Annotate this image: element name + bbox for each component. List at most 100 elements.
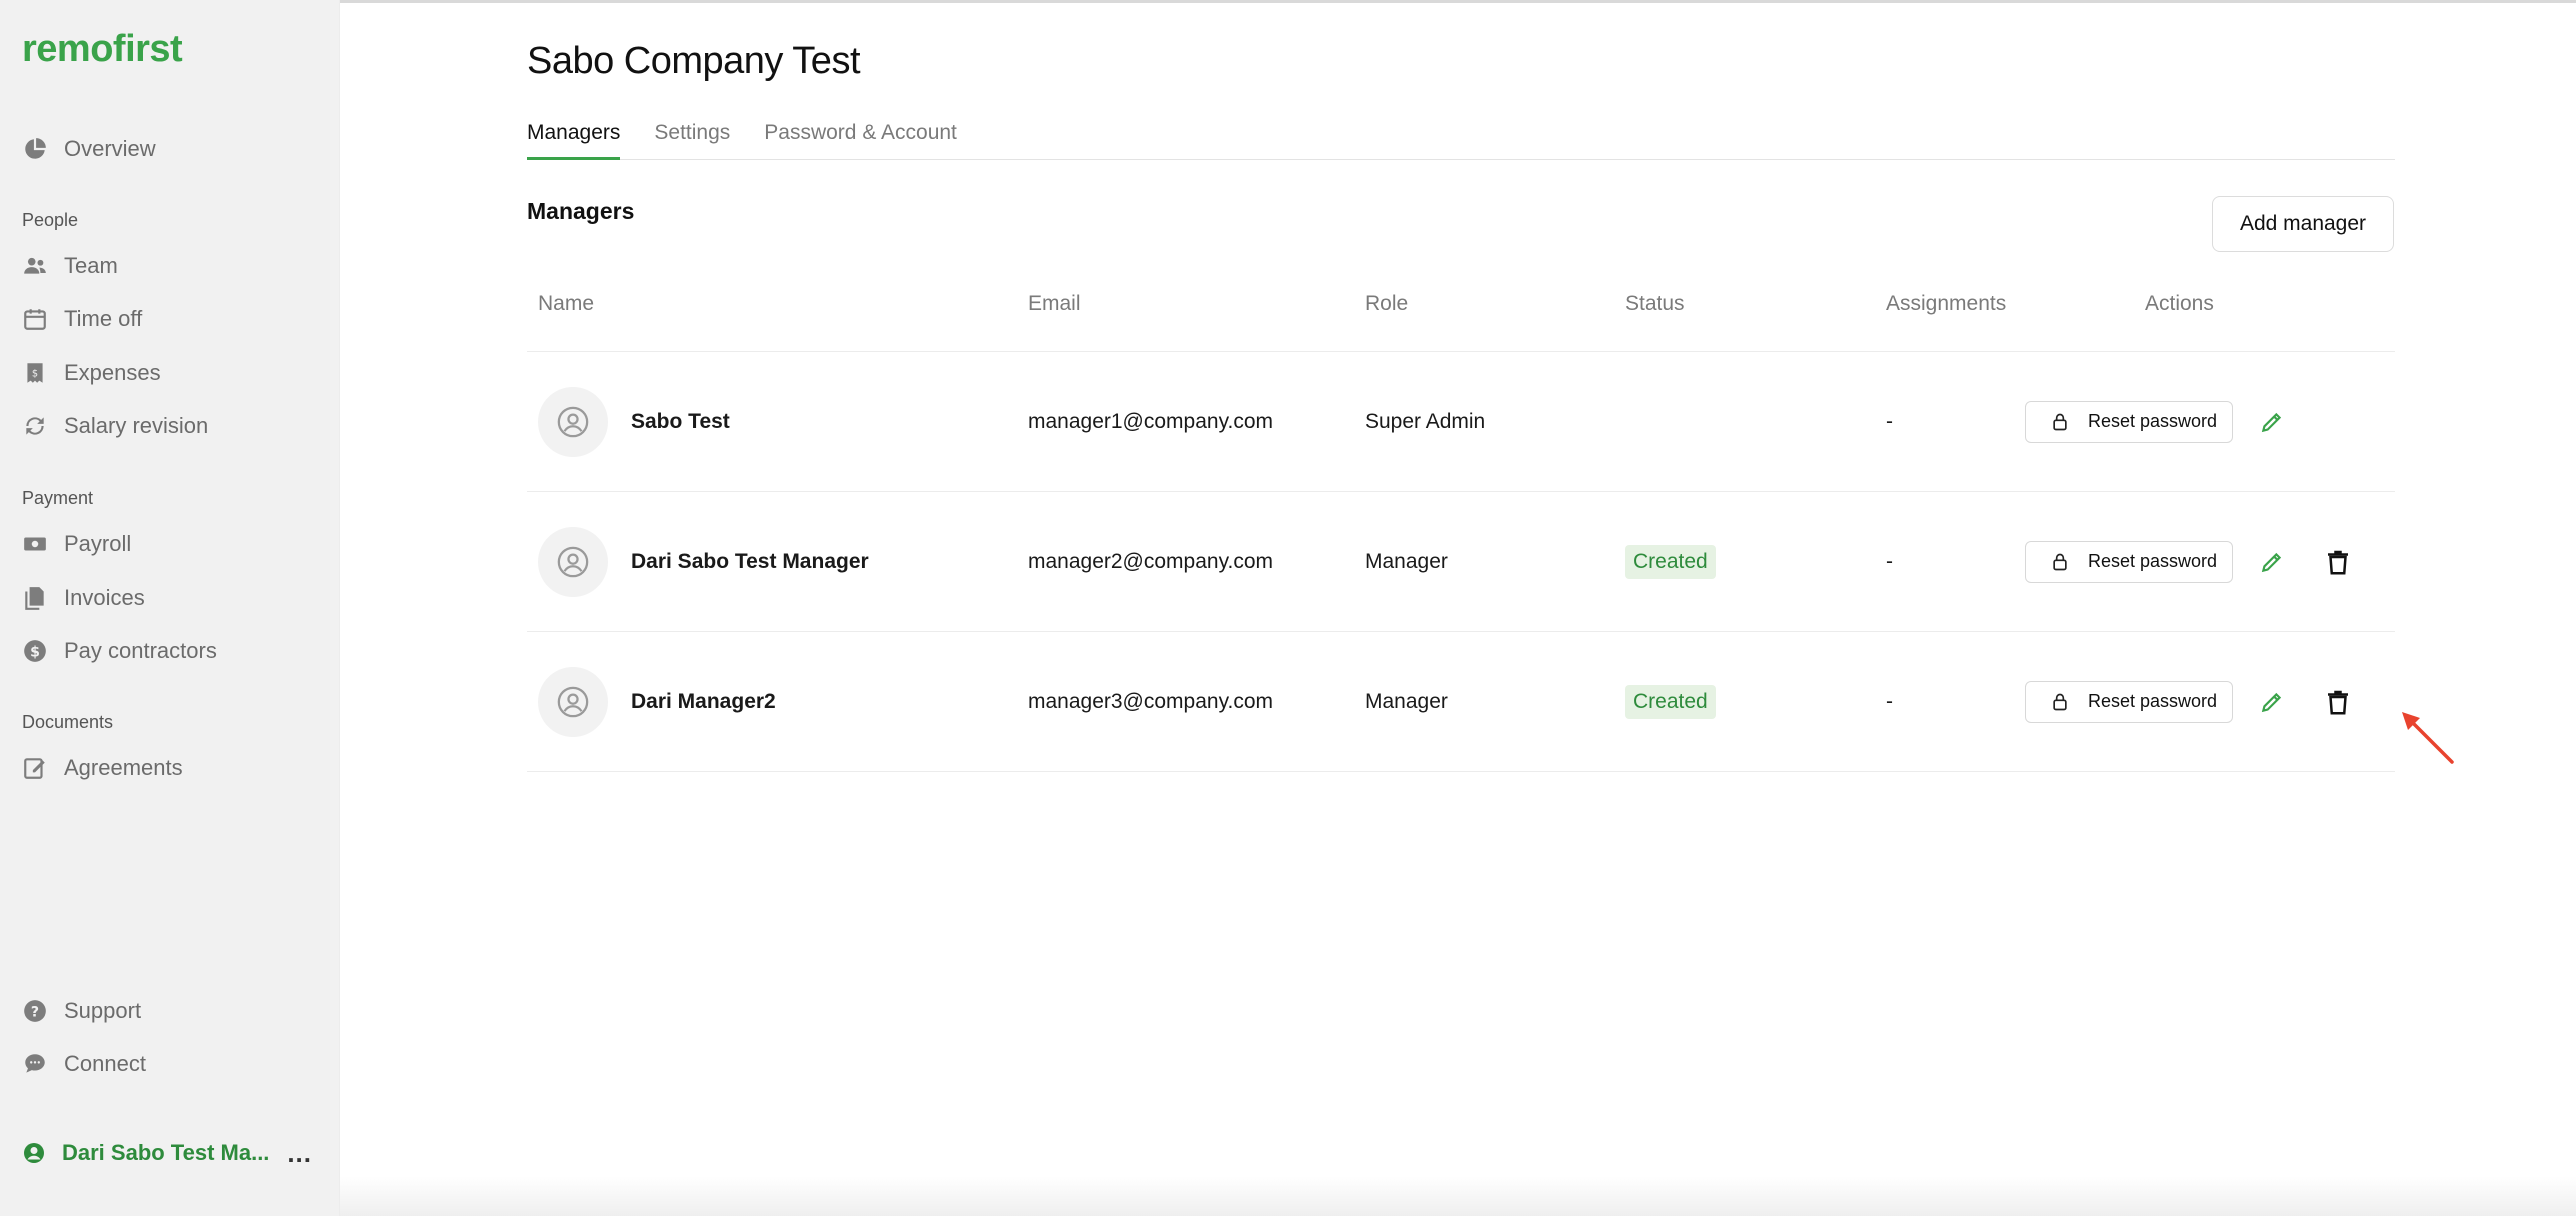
table-row: Sabo Test manager1@company.com Super Adm… [527,352,2395,492]
sidebar-item-time-off[interactable]: Time off [22,299,142,339]
svg-text:$: $ [30,644,40,660]
tab-managers[interactable]: Managers [527,118,621,160]
status-badge: Created [1625,684,1716,719]
sidebar-item-label: Team [64,253,118,278]
svg-text:$: $ [32,368,38,379]
sidebar-item-label: Connect [64,1051,146,1076]
reset-password-label: Reset password [2088,691,2218,711]
svg-text:?: ? [31,1004,39,1020]
manager-role: Manager [1365,689,1448,713]
sidebar-item-invoices[interactable]: Invoices [22,578,145,618]
tab-settings[interactable]: Settings [654,118,730,160]
avatar [538,666,608,737]
sidebar-section-people: People [22,210,79,230]
table-header: Name Email Role Status Assignments Actio… [527,280,2395,352]
section-title: Managers [527,198,635,224]
reset-password-label: Reset password [2088,411,2218,431]
sidebar: remofirst Overview People Team Time off … [0,0,340,1216]
table-row: Dari Manager2 manager3@company.com Manag… [527,632,2395,772]
column-header-assignments[interactable]: Assignments [1886,292,2006,316]
cash-icon [24,537,46,551]
edit-icon[interactable] [2259,409,2285,435]
page-title: Sabo Company Test [527,40,861,82]
help-circle-icon: ? [24,1000,46,1022]
column-header-email[interactable]: Email [1028,292,1081,316]
manager-role: Manager [1365,549,1448,573]
manager-assignments: - [1886,549,1893,573]
manager-assignments: - [1886,409,1893,433]
current-user[interactable]: Dari Sabo Test Ma... ... [22,1135,312,1171]
sidebar-item-label: Pay contractors [64,638,217,663]
receipt-icon: $ [27,363,43,383]
refresh-icon [26,417,44,435]
managers-table: Name Email Role Status Assignments Actio… [527,280,2395,772]
tab-bar: Managers Settings Password & Account [527,118,2395,160]
sidebar-item-label: Agreements [64,755,183,780]
manager-name: Dari Sabo Test Manager [631,549,869,573]
sidebar-item-payroll[interactable]: Payroll [22,524,131,564]
user-placeholder-icon [557,686,589,717]
dollar-circle-icon: $ [24,640,46,662]
reset-password-button[interactable]: Reset password [2025,540,2233,583]
user-circle-icon [24,1143,44,1163]
edit-icon[interactable] [2259,549,2285,575]
sidebar-item-overview[interactable]: Overview [22,129,156,169]
sidebar-item-label: Time off [64,306,143,331]
sidebar-section-documents: Documents [22,712,114,732]
sidebar-item-pay-contractors[interactable]: $ Pay contractors [22,631,217,671]
tab-password-account[interactable]: Password & Account [764,118,957,160]
sidebar-item-label: Payroll [64,531,132,556]
sidebar-item-salary-revision[interactable]: Salary revision [22,406,208,446]
column-header-actions: Actions [2145,292,2214,315]
lock-icon [2053,553,2067,570]
sidebar-item-label: Overview [64,136,156,161]
reset-password-button[interactable]: Reset password [2025,400,2233,443]
sidebar-item-label: Invoices [64,585,145,610]
column-header-role[interactable]: Role [1365,292,1408,316]
manager-role: Super Admin [1365,409,1486,433]
manager-email: manager1@company.com [1028,409,1274,433]
column-header-name[interactable]: Name [538,292,594,316]
column-header-status[interactable]: Status [1625,292,1685,316]
table-row: Dari Sabo Test Manager manager2@company.… [527,492,2395,632]
manager-assignments: - [1886,689,1893,713]
avatar [538,386,608,457]
sidebar-item-expenses[interactable]: $ Expenses [22,353,161,393]
chat-icon [25,1054,45,1073]
annotation-arrow-icon [2402,712,2454,764]
reset-password-button[interactable]: Reset password [2025,680,2233,723]
manager-name: Dari Manager2 [631,689,776,713]
sidebar-item-agreements[interactable]: Agreements [22,748,183,788]
sidebar-item-team[interactable]: Team [22,246,118,286]
delete-icon[interactable] [2323,687,2353,717]
documents-icon [25,587,44,610]
more-options-icon[interactable]: ... [287,1138,312,1169]
team-icon [24,257,46,274]
lock-icon [2053,693,2067,710]
sidebar-item-connect[interactable]: Connect [22,1044,146,1084]
brand-logo[interactable]: remofirst [22,28,183,71]
sidebar-section-payment: Payment [22,488,94,508]
manager-email: manager2@company.com [1028,549,1274,573]
main-content: Sabo Company Test Managers Settings Pass… [340,0,2576,1216]
sidebar-item-label: Expenses [64,360,161,385]
edit-document-icon [24,758,45,779]
lock-icon [2053,413,2067,430]
bottom-shadow [340,1176,2576,1216]
avatar [538,526,608,597]
sidebar-item-label: Support [64,998,142,1023]
reset-password-label: Reset password [2088,551,2218,571]
current-user-name: Dari Sabo Test Ma... [62,1140,270,1165]
add-manager-button[interactable]: Add manager [2212,196,2394,252]
calendar-icon [24,309,46,330]
manager-name: Sabo Test [631,409,730,433]
sidebar-item-label: Salary revision [64,413,209,438]
user-placeholder-icon [557,546,589,577]
pie-chart-icon [25,138,46,159]
status-badge: Created [1625,544,1716,579]
manager-email: manager3@company.com [1028,689,1274,713]
delete-icon[interactable] [2323,547,2353,577]
sidebar-item-support[interactable]: ? Support [22,991,141,1031]
edit-icon[interactable] [2259,689,2285,715]
user-placeholder-icon [557,406,589,437]
